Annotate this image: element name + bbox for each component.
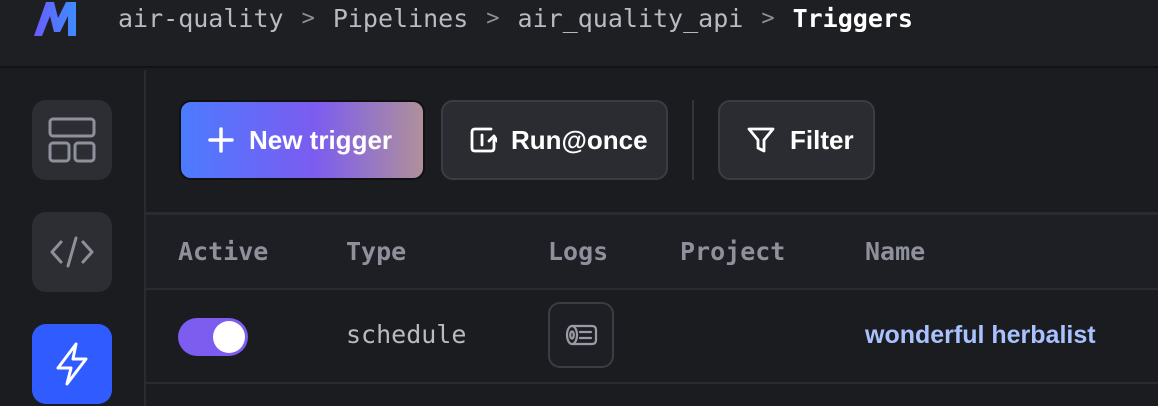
sidebar	[0, 70, 146, 406]
column-header-project: Project	[680, 237, 786, 266]
sidebar-item-triggers[interactable]	[32, 324, 112, 404]
table-row[interactable]: schedule wonderful herbalist	[146, 290, 1158, 384]
logs-button[interactable]	[548, 302, 614, 368]
main-content: New trigger Run@once Filter Active Type …	[146, 70, 1158, 406]
breadcrumb-pipeline[interactable]: air_quality_api	[518, 4, 744, 33]
sidebar-item-dashboard[interactable]	[32, 100, 112, 180]
column-header-logs: Logs	[548, 237, 609, 266]
layout-icon	[48, 117, 96, 163]
trigger-name-link[interactable]: wonderful herbalist	[865, 321, 1096, 350]
code-icon	[50, 236, 94, 268]
breadcrumb-current: Triggers	[792, 3, 913, 33]
breadcrumb: air-quality > Pipelines > air_quality_ap…	[118, 0, 913, 36]
trigger-type: schedule	[346, 320, 467, 349]
new-trigger-label: New trigger	[249, 124, 393, 155]
filter-icon	[747, 127, 775, 153]
toggle-knob	[213, 321, 245, 353]
toolbar-divider	[692, 100, 694, 180]
toolbar: New trigger Run@once Filter	[146, 70, 1158, 212]
run-once-button[interactable]: Run@once	[441, 100, 668, 180]
table-header: Active Type Logs Project Name	[146, 212, 1158, 290]
run-once-icon	[470, 127, 497, 153]
run-once-label: Run@once	[511, 124, 648, 155]
breadcrumb-separator: >	[301, 5, 315, 31]
logs-icon	[565, 324, 598, 346]
breadcrumb-pipelines[interactable]: Pipelines	[333, 4, 468, 33]
breadcrumb-project[interactable]: air-quality	[118, 4, 284, 33]
breadcrumb-separator: >	[486, 5, 500, 31]
column-header-type: Type	[346, 237, 407, 266]
active-toggle[interactable]	[178, 318, 248, 356]
column-header-name: Name	[865, 237, 926, 266]
lightning-icon	[56, 342, 88, 386]
column-header-active: Active	[178, 237, 269, 266]
plus-icon	[208, 127, 234, 153]
new-trigger-button[interactable]: New trigger	[179, 100, 425, 180]
filter-label: Filter	[790, 124, 854, 155]
mage-logo-icon[interactable]	[32, 0, 84, 38]
breadcrumb-separator: >	[761, 5, 775, 31]
sidebar-item-code[interactable]	[32, 212, 112, 292]
app-header: air-quality > Pipelines > air_quality_ap…	[0, 0, 1158, 68]
filter-button[interactable]: Filter	[718, 100, 875, 180]
